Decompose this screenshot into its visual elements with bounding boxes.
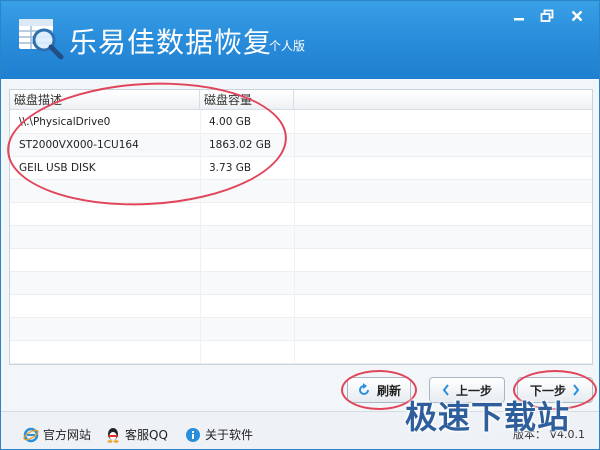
minimize-button[interactable] [505, 5, 533, 27]
chevron-right-icon [573, 384, 580, 396]
empty-row [10, 203, 592, 226]
refresh-icon [359, 383, 369, 395]
empty-row [10, 180, 592, 203]
about-software-label: 关于软件 [205, 428, 254, 442]
empty-row [10, 272, 592, 295]
refresh-label: 刷新 [376, 383, 401, 398]
info-icon [186, 427, 200, 442]
app-title: 乐易佳数据恢复 [69, 26, 273, 59]
disk-description: \\.\PhysicalDrive0 [19, 116, 111, 128]
restore-button[interactable] [533, 5, 561, 27]
disk-table[interactable]: 磁盘描述 磁盘容量 \\.\PhysicalDrive0 4.00 GB ST2… [9, 89, 593, 365]
official-website-label: 官方网站 [43, 428, 92, 442]
disk-description: ST2000VX000-1CU164 [19, 139, 139, 151]
ie-browser-icon [23, 427, 39, 442]
empty-row [10, 295, 592, 318]
official-website-link[interactable]: 官方网站 [23, 426, 91, 443]
empty-row [10, 318, 592, 341]
column-divider [200, 110, 201, 364]
minimize-icon [514, 18, 524, 21]
qq-penguin-icon [107, 427, 119, 443]
column-header-capacity[interactable]: 磁盘容量 [200, 90, 294, 110]
refresh-button[interactable]: 刷新 [347, 377, 411, 403]
column-divider [294, 110, 295, 364]
app-edition: 个人版 [269, 39, 306, 53]
table-row[interactable]: GEIL USB DISK 3.73 GB [10, 157, 592, 180]
watermark: 极速下载站 [405, 398, 571, 436]
disk-capacity: 4.00 GB [209, 116, 252, 128]
disk-description: GEIL USB DISK [19, 162, 96, 174]
column-header-description[interactable]: 磁盘描述 [10, 90, 200, 110]
disk-capacity: 1863.02 GB [209, 139, 272, 151]
disk-capacity: 3.73 GB [209, 162, 252, 174]
app-window: 乐易佳数据恢复 个人版 磁盘描述 磁盘容量 \\.\PhysicalDrive0… [0, 0, 600, 450]
table-row[interactable]: ST2000VX000-1CU164 1863.02 GB [10, 134, 592, 157]
empty-row [10, 341, 592, 364]
support-qq-label: 客服QQ [125, 428, 168, 442]
support-qq-link[interactable]: 客服QQ [105, 426, 168, 443]
about-software-link[interactable]: 关于软件 [185, 426, 253, 443]
title-bar[interactable]: 乐易佳数据恢复 个人版 [1, 1, 599, 79]
close-icon [571, 10, 583, 22]
table-header: 磁盘描述 磁盘容量 [10, 90, 592, 110]
empty-row [10, 226, 592, 249]
magnifier-table-icon [15, 15, 65, 61]
table-row[interactable]: \\.\PhysicalDrive0 4.00 GB [10, 111, 592, 134]
empty-row [10, 249, 592, 272]
close-button[interactable] [563, 5, 591, 27]
restore-icon [540, 9, 554, 22]
